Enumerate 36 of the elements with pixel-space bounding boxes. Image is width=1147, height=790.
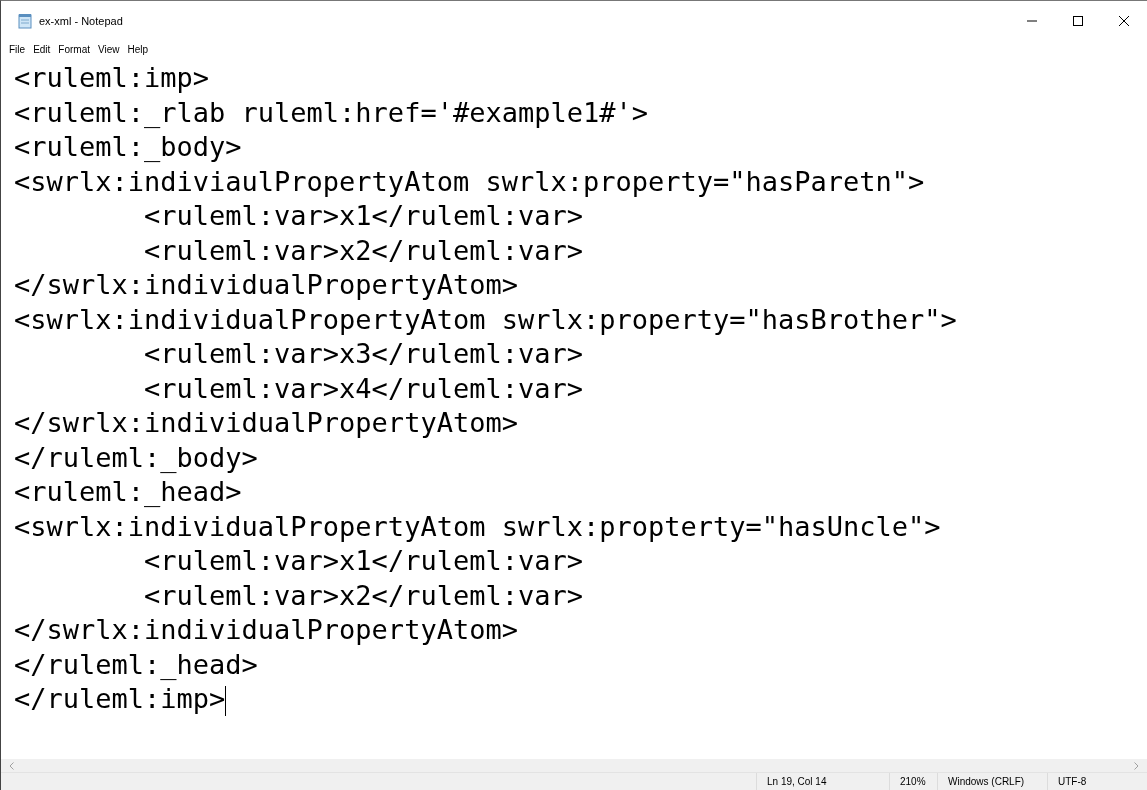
code-line: <swrlx:indiviaulPropertyAtom swrlx:property="hasParetn"> [14, 164, 926, 199]
code-line: </ruleml:_head> [14, 647, 259, 682]
menu-item[interactable]: File [5, 44, 30, 55]
close-icon [1119, 16, 1129, 26]
code-line: <ruleml:var>x1</ruleml:var> [143, 544, 584, 578]
horizontal-scrollbar[interactable] [1, 759, 1147, 773]
text-cursor [225, 685, 227, 716]
notepad-icon [17, 13, 33, 29]
scroll-right-icon[interactable] [1134, 761, 1139, 770]
code-line: </swrlx:individualPropertyAtom> [14, 406, 519, 440]
code-line: <ruleml:var>x4</ruleml:var> [143, 371, 584, 406]
code-line: <swrlx:individualPropertyAtom swrlx:property="hasBrother"> [14, 302, 958, 337]
menu-item[interactable]: Edit [29, 44, 55, 55]
menu-item[interactable]: Help [123, 44, 153, 55]
cursor-position: Ln 19, Col 14 [756, 773, 889, 790]
code-line: </swrlx:individualPropertyAtom> [14, 268, 519, 302]
zoom-level: 210% [889, 773, 937, 790]
scroll-left-icon[interactable] [9, 761, 14, 770]
code-line: </ruleml:imp> [14, 682, 228, 717]
maximize-icon [1073, 16, 1083, 26]
code-line: </ruleml:_body> [14, 440, 259, 475]
code-line: <ruleml:var>x3</ruleml:var> [143, 337, 584, 371]
code-line: <ruleml:var>x1</ruleml:var> [143, 199, 584, 233]
menu-item[interactable]: View [94, 44, 124, 55]
code-line: <swrlx:individualPropertyAtom swrlx:propterty="hasUncle"> [14, 509, 942, 544]
code-line: <ruleml:var>x2</ruleml:var> [143, 578, 584, 613]
menu-item[interactable]: Format [54, 44, 95, 55]
code-line: <ruleml:imp> [14, 61, 211, 95]
code-line: <ruleml:_head> [14, 475, 243, 509]
code-line: </swrlx:individualPropertyAtom> [14, 613, 519, 647]
code-line: <ruleml:_rlab ruleml:href='#example1#'> [14, 95, 649, 130]
encoding: UTF-8 [1047, 773, 1127, 790]
line-ending: Windows (CRLF) [937, 773, 1047, 790]
window-title: ex-xml - Notepad [39, 15, 123, 27]
code-line: <ruleml:_body> [14, 130, 243, 164]
code-line: <ruleml:var>x2</ruleml:var> [143, 233, 584, 268]
